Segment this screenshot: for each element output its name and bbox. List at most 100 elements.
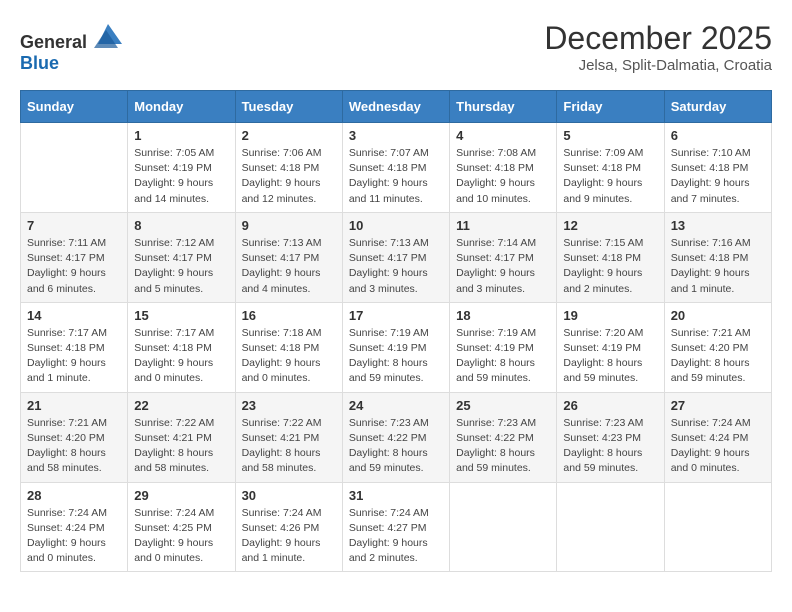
calendar-cell: 31Sunrise: 7:24 AMSunset: 4:27 PMDayligh… <box>342 482 449 572</box>
col-header-saturday: Saturday <box>664 91 771 123</box>
cell-info: Sunrise: 7:24 AMSunset: 4:25 PMDaylight:… <box>134 506 228 567</box>
calendar-cell: 6 Sunrise: 7:10 AMSunset: 4:18 PMDaylight… <box>664 123 771 213</box>
week-row-4: 21 Sunrise: 7:21 AMSunset: 4:20 PMDayligh… <box>21 392 772 482</box>
logo-icon <box>94 20 122 48</box>
cell-info: Sunrise: 7:23 AMSunset: 4:22 PMDaylight:… <box>349 416 443 477</box>
location-title: Jelsa, Split-Dalmatia, Croatia <box>544 57 772 74</box>
title-area: December 2025 Jelsa, Split-Dalmatia, Cro… <box>544 20 772 74</box>
cell-info: Sunrise: 7:22 AMSunset: 4:21 PMDaylight:… <box>242 416 336 477</box>
cell-info: Sunrise: 7:17 AMSunset: 4:18 PMDaylight:… <box>27 326 121 387</box>
calendar-cell: 3Sunrise: 7:07 AMSunset: 4:18 PMDaylight… <box>342 123 449 213</box>
day-number: 18 <box>456 308 550 323</box>
calendar-cell: 14 Sunrise: 7:17 AMSunset: 4:18 PMDayligh… <box>21 302 128 392</box>
day-number: 7 <box>27 218 121 233</box>
cell-info: Sunrise: 7:11 AMSunset: 4:17 PMDaylight:… <box>27 236 121 297</box>
col-header-friday: Friday <box>557 91 664 123</box>
day-number: 11 <box>456 218 550 233</box>
week-row-1: 1 Sunrise: 7:05 AMSunset: 4:19 PMDaylight… <box>21 123 772 213</box>
cell-info: Sunrise: 7:24 AMSunset: 4:24 PMDaylight:… <box>671 416 765 477</box>
cell-info: Sunrise: 7:21 AMSunset: 4:20 PMDaylight:… <box>671 326 765 387</box>
cell-info: Sunrise: 7:23 AMSunset: 4:23 PMDaylight:… <box>563 416 657 477</box>
day-number: 2 <box>242 128 336 143</box>
cell-info: Sunrise: 7:18 AMSunset: 4:18 PMDaylight:… <box>242 326 336 387</box>
calendar-cell: 22 Sunrise: 7:22 AMSunset: 4:21 PMDayligh… <box>128 392 235 482</box>
day-number: 29 <box>134 488 228 503</box>
cell-info: Sunrise: 7:08 AMSunset: 4:18 PMDaylight:… <box>456 146 550 207</box>
logo-text: General Blue <box>20 20 122 74</box>
day-number: 1 <box>134 128 228 143</box>
cell-info: Sunrise: 7:23 AMSunset: 4:22 PMDaylight:… <box>456 416 550 477</box>
day-number: 22 <box>134 398 228 413</box>
day-number: 24 <box>349 398 443 413</box>
day-number: 21 <box>27 398 121 413</box>
calendar-cell: 7 Sunrise: 7:11 AMSunset: 4:17 PMDaylight… <box>21 212 128 302</box>
header: General Blue December 2025 Jelsa, Split-… <box>20 20 772 74</box>
calendar-cell: 27 Sunrise: 7:24 AMSunset: 4:24 PMDayligh… <box>664 392 771 482</box>
cell-info: Sunrise: 7:20 AMSunset: 4:19 PMDaylight:… <box>563 326 657 387</box>
day-number: 26 <box>563 398 657 413</box>
month-title: December 2025 <box>544 20 772 57</box>
day-number: 17 <box>349 308 443 323</box>
calendar-cell: 19Sunrise: 7:20 AMSunset: 4:19 PMDayligh… <box>557 302 664 392</box>
day-number: 25 <box>456 398 550 413</box>
calendar-cell: 29 Sunrise: 7:24 AMSunset: 4:25 PMDayligh… <box>128 482 235 572</box>
calendar-cell: 5Sunrise: 7:09 AMSunset: 4:18 PMDaylight… <box>557 123 664 213</box>
col-header-tuesday: Tuesday <box>235 91 342 123</box>
cell-info: Sunrise: 7:06 AMSunset: 4:18 PMDaylight:… <box>242 146 336 207</box>
week-row-3: 14 Sunrise: 7:17 AMSunset: 4:18 PMDayligh… <box>21 302 772 392</box>
logo: General Blue <box>20 20 122 74</box>
calendar-cell: 9Sunrise: 7:13 AMSunset: 4:17 PMDaylight… <box>235 212 342 302</box>
day-number: 13 <box>671 218 765 233</box>
header-row: SundayMondayTuesdayWednesdayThursdayFrid… <box>21 91 772 123</box>
col-header-thursday: Thursday <box>450 91 557 123</box>
cell-info: Sunrise: 7:14 AMSunset: 4:17 PMDaylight:… <box>456 236 550 297</box>
cell-info: Sunrise: 7:24 AMSunset: 4:26 PMDaylight:… <box>242 506 336 567</box>
calendar-cell: 8 Sunrise: 7:12 AMSunset: 4:17 PMDaylight… <box>128 212 235 302</box>
calendar-cell: 13 Sunrise: 7:16 AMSunset: 4:18 PMDayligh… <box>664 212 771 302</box>
day-number: 15 <box>134 308 228 323</box>
calendar-cell: 30 Sunrise: 7:24 AMSunset: 4:26 PMDayligh… <box>235 482 342 572</box>
calendar-cell: 12Sunrise: 7:15 AMSunset: 4:18 PMDayligh… <box>557 212 664 302</box>
logo-general: General <box>20 32 87 52</box>
col-header-wednesday: Wednesday <box>342 91 449 123</box>
day-number: 27 <box>671 398 765 413</box>
calendar-cell: 17 Sunrise: 7:19 AMSunset: 4:19 PMDayligh… <box>342 302 449 392</box>
cell-info: Sunrise: 7:05 AMSunset: 4:19 PMDaylight:… <box>134 146 228 207</box>
calendar-cell: 4 Sunrise: 7:08 AMSunset: 4:18 PMDaylight… <box>450 123 557 213</box>
day-number: 14 <box>27 308 121 323</box>
calendar-cell: 23 Sunrise: 7:22 AMSunset: 4:21 PMDayligh… <box>235 392 342 482</box>
cell-info: Sunrise: 7:10 AMSunset: 4:18 PMDaylight:… <box>671 146 765 207</box>
calendar-cell <box>664 482 771 572</box>
col-header-monday: Monday <box>128 91 235 123</box>
cell-info: Sunrise: 7:22 AMSunset: 4:21 PMDaylight:… <box>134 416 228 477</box>
calendar-cell <box>557 482 664 572</box>
day-number: 20 <box>671 308 765 323</box>
day-number: 6 <box>671 128 765 143</box>
calendar-cell: 18Sunrise: 7:19 AMSunset: 4:19 PMDayligh… <box>450 302 557 392</box>
cell-info: Sunrise: 7:12 AMSunset: 4:17 PMDaylight:… <box>134 236 228 297</box>
day-number: 31 <box>349 488 443 503</box>
calendar-cell: 25 Sunrise: 7:23 AMSunset: 4:22 PMDayligh… <box>450 392 557 482</box>
day-number: 8 <box>134 218 228 233</box>
cell-info: Sunrise: 7:21 AMSunset: 4:20 PMDaylight:… <box>27 416 121 477</box>
day-number: 4 <box>456 128 550 143</box>
calendar-cell: 26 Sunrise: 7:23 AMSunset: 4:23 PMDayligh… <box>557 392 664 482</box>
week-row-5: 28Sunrise: 7:24 AMSunset: 4:24 PMDayligh… <box>21 482 772 572</box>
calendar-cell <box>450 482 557 572</box>
cell-info: Sunrise: 7:15 AMSunset: 4:18 PMDaylight:… <box>563 236 657 297</box>
day-number: 16 <box>242 308 336 323</box>
calendar-cell: 10Sunrise: 7:13 AMSunset: 4:17 PMDayligh… <box>342 212 449 302</box>
day-number: 23 <box>242 398 336 413</box>
day-number: 10 <box>349 218 443 233</box>
day-number: 30 <box>242 488 336 503</box>
cell-info: Sunrise: 7:13 AMSunset: 4:17 PMDaylight:… <box>242 236 336 297</box>
col-header-sunday: Sunday <box>21 91 128 123</box>
day-number: 3 <box>349 128 443 143</box>
cell-info: Sunrise: 7:19 AMSunset: 4:19 PMDaylight:… <box>349 326 443 387</box>
calendar-cell: 20 Sunrise: 7:21 AMSunset: 4:20 PMDayligh… <box>664 302 771 392</box>
calendar-cell: 28Sunrise: 7:24 AMSunset: 4:24 PMDayligh… <box>21 482 128 572</box>
cell-info: Sunrise: 7:09 AMSunset: 4:18 PMDaylight:… <box>563 146 657 207</box>
calendar-cell: 15Sunrise: 7:17 AMSunset: 4:18 PMDayligh… <box>128 302 235 392</box>
cell-info: Sunrise: 7:16 AMSunset: 4:18 PMDaylight:… <box>671 236 765 297</box>
calendar-cell: 11 Sunrise: 7:14 AMSunset: 4:17 PMDayligh… <box>450 212 557 302</box>
